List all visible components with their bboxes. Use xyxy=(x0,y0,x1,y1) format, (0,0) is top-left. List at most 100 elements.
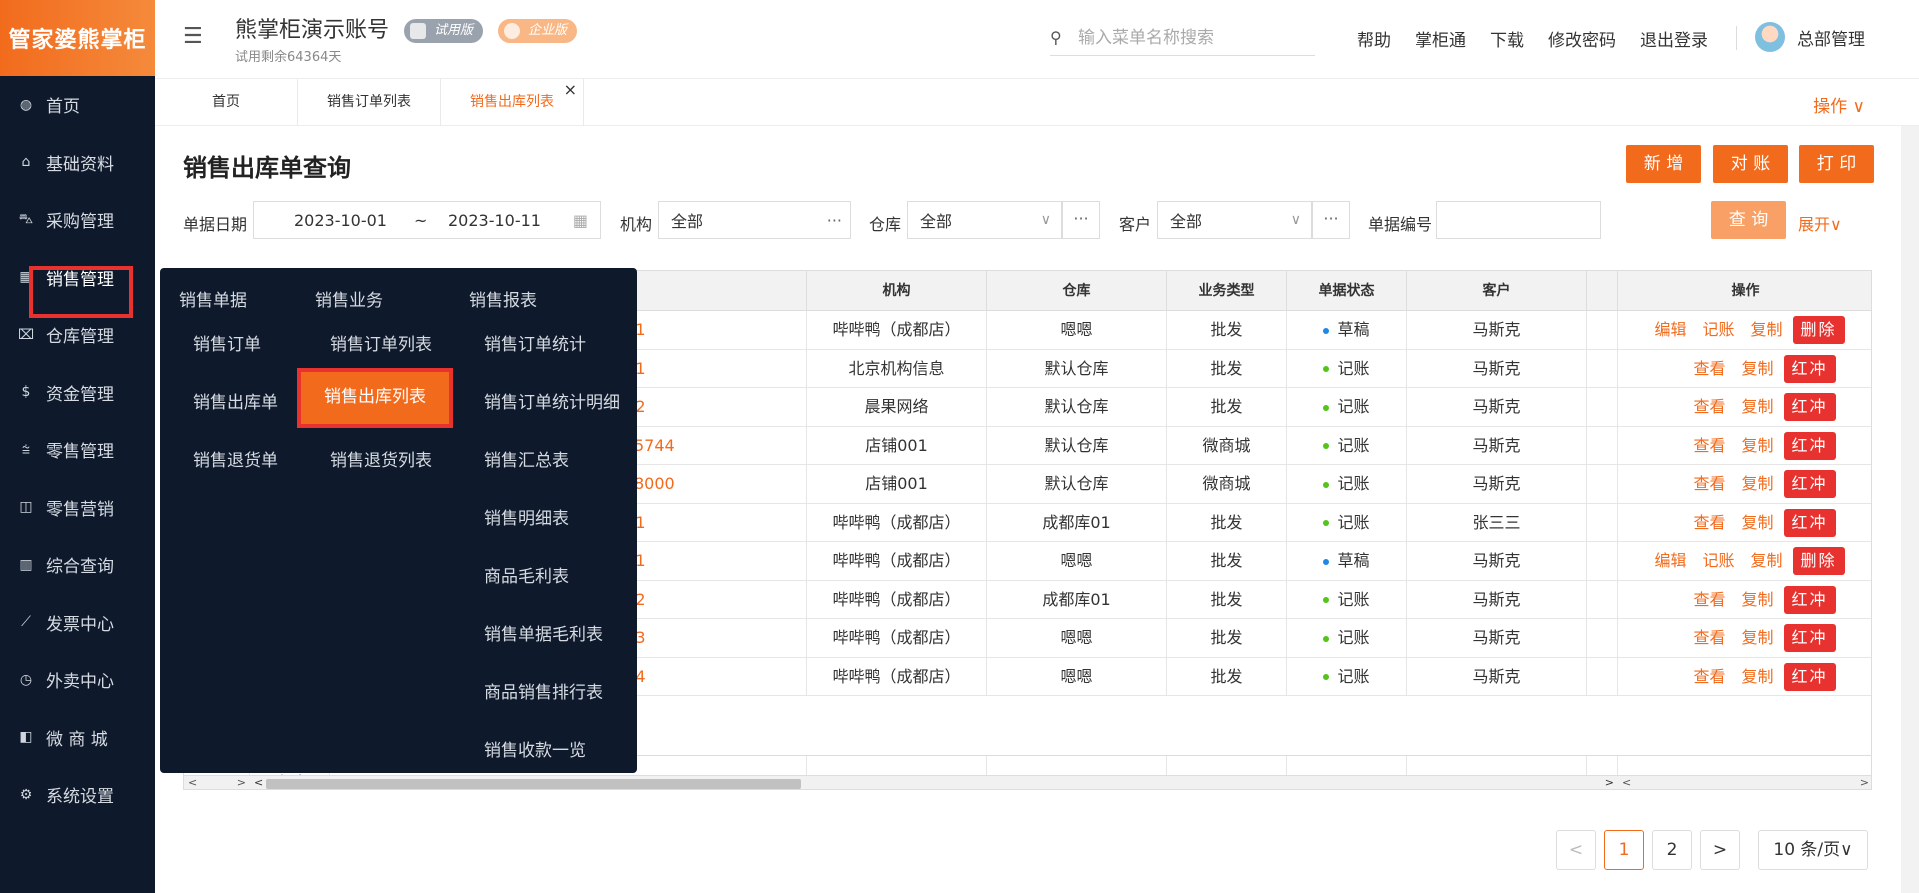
warehouse-select[interactable]: 全部 ∨ xyxy=(907,201,1062,239)
menu-item-col3-0[interactable]: 销售订单统计 xyxy=(484,330,586,355)
tab-sales-outbound-list[interactable]: 销售出库列表 × xyxy=(441,79,584,127)
more-icon[interactable]: ··· xyxy=(827,211,842,230)
row-action-button[interactable]: 复制 xyxy=(1751,320,1783,339)
top-link-2[interactable]: 下载 xyxy=(1490,26,1524,51)
row-action-button[interactable]: 复制 xyxy=(1741,359,1773,378)
doc-code-input[interactable] xyxy=(1436,201,1601,239)
row-action-button[interactable]: 红冲 xyxy=(1783,470,1836,498)
operations-dropdown[interactable]: 操作 ∨ xyxy=(1813,92,1865,117)
menu-item-sales-outbound-list[interactable]: 销售出库列表 xyxy=(297,368,453,428)
query-button[interactable]: 查 询 xyxy=(1711,201,1786,239)
tab-home[interactable]: 首页 xyxy=(155,79,298,127)
horizontal-scrollbar-right[interactable]: < > xyxy=(1618,775,1871,789)
row-action-button[interactable]: 编辑 xyxy=(1654,320,1686,339)
row-action-button[interactable]: 查看 xyxy=(1693,436,1725,455)
new-button[interactable]: 新 增 xyxy=(1626,145,1701,183)
row-action-button[interactable]: 查看 xyxy=(1693,359,1725,378)
sidebar-item-5[interactable]: $ 资金管理 xyxy=(0,364,155,422)
menu-item-col3-6[interactable]: 商品销售排行表 xyxy=(484,678,603,703)
row-action-button[interactable]: 红冲 xyxy=(1783,508,1836,537)
menu-item-col3-7[interactable]: 销售收款一览 xyxy=(484,736,586,761)
avatar[interactable] xyxy=(1755,22,1785,52)
sidebar-item-10[interactable]: ◷ 外卖中心 xyxy=(0,651,155,709)
row-action-button[interactable]: 红冲 xyxy=(1783,431,1836,460)
menu-item-col3-4[interactable]: 商品毛利表 xyxy=(484,562,569,587)
menu-item-col3-1[interactable]: 销售订单统计明细 xyxy=(484,388,620,413)
row-action-button[interactable]: 删除 xyxy=(1792,547,1845,575)
sidebar-item-2[interactable]: ⛍ 采购管理 xyxy=(0,191,155,249)
top-link-3[interactable]: 修改密码 xyxy=(1548,26,1616,51)
org-select[interactable]: 全部 ··· xyxy=(658,201,851,239)
menu-item-col1-0[interactable]: 销售订单 xyxy=(193,330,261,355)
date-to[interactable]: 2023-10-11 xyxy=(448,211,541,230)
sidebar-item-9[interactable]: ⟋ 发票中心 xyxy=(0,594,155,652)
menu-item-col3-5[interactable]: 销售单据毛利表 xyxy=(484,620,603,645)
row-action-button[interactable]: 查看 xyxy=(1693,590,1725,609)
calendar-icon[interactable]: ▦ xyxy=(573,211,588,230)
next-page-button[interactable]: > xyxy=(1700,830,1740,870)
menu-item-col3-2[interactable]: 销售汇总表 xyxy=(484,446,569,471)
row-action-button[interactable]: 删除 xyxy=(1792,316,1845,344)
tab-sales-order-list[interactable]: 销售订单列表 xyxy=(298,79,441,127)
top-link-0[interactable]: 帮助 xyxy=(1357,26,1391,51)
row-action-button[interactable]: 记账 xyxy=(1702,551,1734,570)
sidebar-item-6[interactable]: ⩭ 零售管理 xyxy=(0,421,155,479)
row-action-button[interactable]: 查看 xyxy=(1693,513,1725,532)
reconcile-button[interactable]: 对 账 xyxy=(1713,145,1788,183)
menu-item-col2-0[interactable]: 销售订单列表 xyxy=(330,330,432,355)
row-action-button[interactable]: 红冲 xyxy=(1783,393,1836,421)
row-action-button[interactable]: 查看 xyxy=(1693,474,1725,493)
sidebar-item-12[interactable]: ⚙ 系统设置 xyxy=(0,766,155,824)
row-action-button[interactable]: 复制 xyxy=(1741,667,1773,686)
close-icon[interactable]: × xyxy=(564,67,577,113)
row-action-button[interactable]: 记账 xyxy=(1702,320,1734,339)
menu-item-col2-2[interactable]: 销售退货列表 xyxy=(330,446,432,471)
row-action-button[interactable]: 复制 xyxy=(1741,628,1773,647)
row-action-button[interactable]: 查看 xyxy=(1693,667,1725,686)
row-action-button[interactable]: 复制 xyxy=(1741,474,1773,493)
horizontal-scrollbar-left[interactable]: < > xyxy=(184,775,250,789)
search-icon[interactable]: ⚲ xyxy=(1050,28,1078,47)
date-from[interactable]: 2023-10-01 xyxy=(294,211,387,230)
row-action-button[interactable]: 复制 xyxy=(1741,513,1773,532)
user-name[interactable]: 总部管理 xyxy=(1797,25,1865,50)
prev-page-button[interactable]: < xyxy=(1556,830,1596,870)
menu-toggle-icon[interactable]: ☰ xyxy=(183,24,203,49)
sidebar-item-0[interactable]: ◍ 首页 xyxy=(0,76,155,134)
customer-select[interactable]: 全部 ∨ xyxy=(1157,201,1312,239)
page-1-button[interactable]: 1 xyxy=(1604,830,1644,870)
user-menu[interactable]: 总部管理 xyxy=(1755,22,1865,52)
row-action-button[interactable]: 查看 xyxy=(1693,397,1725,416)
page-2-button[interactable]: 2 xyxy=(1652,830,1692,870)
warehouse-more-button[interactable]: ··· xyxy=(1062,201,1100,239)
scroll-thumb[interactable] xyxy=(266,779,801,789)
row-action-button[interactable]: 红冲 xyxy=(1783,662,1836,691)
date-range-picker[interactable]: 2023-10-01 ~ 2023-10-11 ▦ xyxy=(253,201,601,239)
sidebar-item-1[interactable]: ⌂ 基础资料 xyxy=(0,134,155,192)
print-button[interactable]: 打 印 xyxy=(1799,145,1874,183)
row-action-button[interactable]: 复制 xyxy=(1751,551,1783,570)
row-action-button[interactable]: 红冲 xyxy=(1783,624,1836,652)
horizontal-scrollbar-main[interactable]: < > xyxy=(250,775,1618,789)
chevron-down-icon[interactable]: ∨ xyxy=(1041,212,1051,228)
row-action-button[interactable]: 复制 xyxy=(1741,397,1773,416)
row-action-button[interactable]: 查看 xyxy=(1693,628,1725,647)
menu-item-col3-3[interactable]: 销售明细表 xyxy=(484,504,569,529)
sidebar-item-11[interactable]: ◧ 微 商 城 xyxy=(0,709,155,767)
row-action-button[interactable]: 红冲 xyxy=(1783,354,1836,383)
search-input[interactable] xyxy=(1078,27,1315,48)
menu-item-col1-2[interactable]: 销售退货单 xyxy=(193,446,278,471)
customer-more-button[interactable]: ··· xyxy=(1312,201,1350,239)
chevron-down-icon[interactable]: ∨ xyxy=(1291,212,1301,228)
menu-item-col1-1[interactable]: 销售出库单 xyxy=(193,388,278,413)
sidebar-item-7[interactable]: ◫ 零售营销 xyxy=(0,479,155,537)
top-link-4[interactable]: 退出登录 xyxy=(1640,26,1708,51)
top-link-1[interactable]: 掌柜通 xyxy=(1415,26,1466,51)
row-action-button[interactable]: 复制 xyxy=(1741,436,1773,455)
row-action-button[interactable]: 编辑 xyxy=(1654,551,1686,570)
row-action-button[interactable]: 复制 xyxy=(1741,590,1773,609)
expand-link[interactable]: 展开∨ xyxy=(1798,211,1842,235)
page-size-select[interactable]: 10 条/页∨ xyxy=(1758,830,1868,870)
row-action-button[interactable]: 红冲 xyxy=(1783,585,1836,614)
sidebar-item-8[interactable]: ▥ 综合查询 xyxy=(0,536,155,594)
